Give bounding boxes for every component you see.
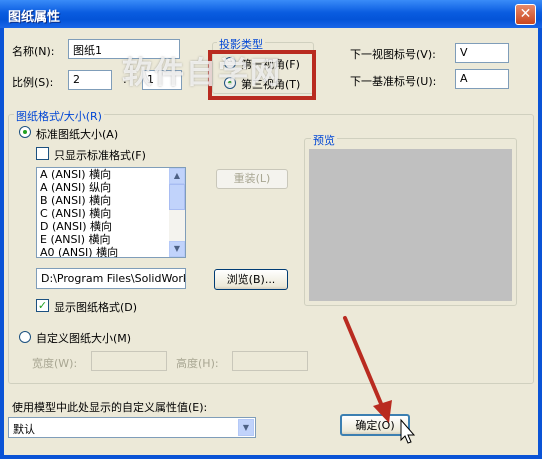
annotation-arrow [343,316,416,444]
title-bar[interactable]: 图纸属性 ✕ [0,0,542,28]
watermark: 软件自学网 [122,56,282,91]
mouse-cursor-icon [400,418,416,444]
close-button[interactable]: ✕ [515,4,536,25]
close-icon: ✕ [519,6,532,22]
dialog-window: 图纸属性 ✕ 名称(N): 图纸1 比例(S): 2 : 1 投影类型 第一视角… [0,0,542,459]
arrow-shaft [343,316,384,408]
window-title: 图纸属性 [8,10,61,25]
arrow-head [373,400,392,423]
dialog-client: 名称(N): 图纸1 比例(S): 2 : 1 投影类型 第一视角(F) 第三视… [4,28,538,455]
